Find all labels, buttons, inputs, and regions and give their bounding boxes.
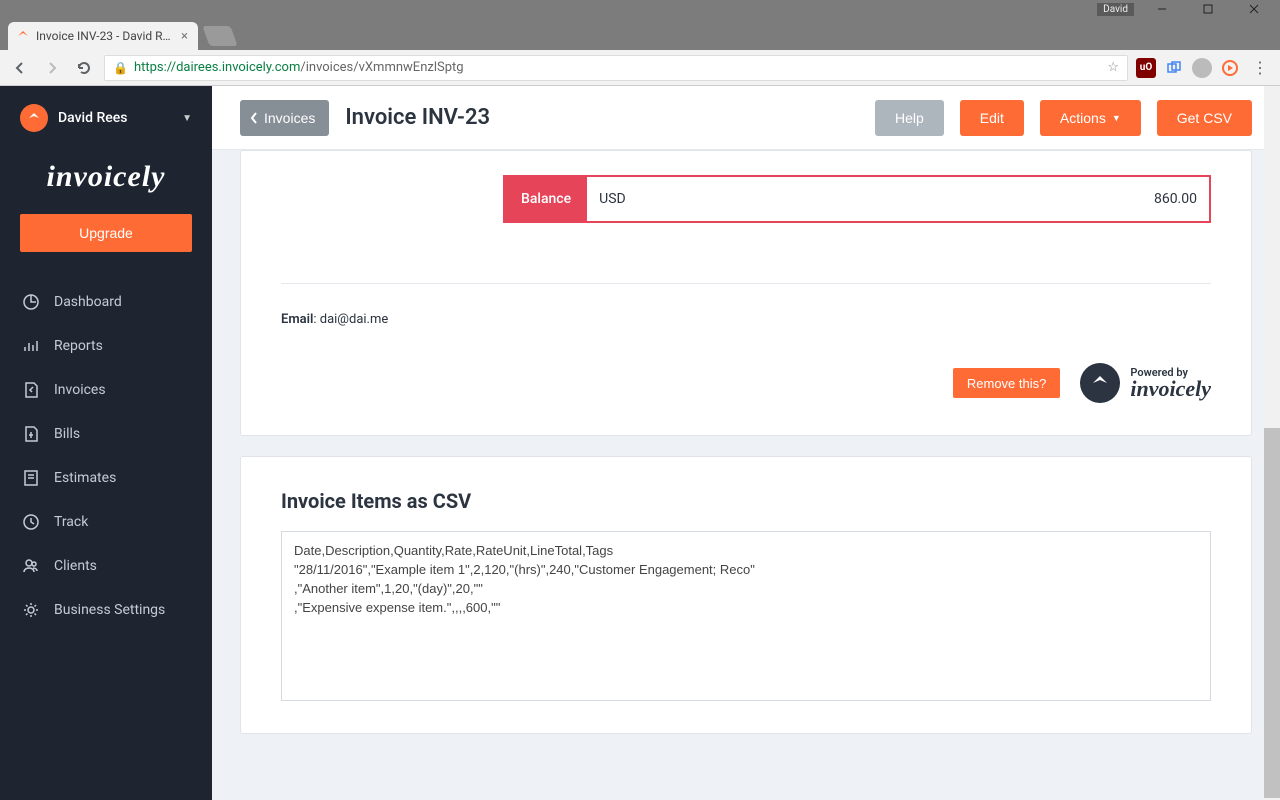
nav-label: Dashboard xyxy=(54,294,122,310)
user-avatar-icon xyxy=(20,104,48,132)
profile-icon[interactable] xyxy=(1192,58,1212,78)
csv-output[interactable]: Date,Description,Quantity,Rate,RateUnit,… xyxy=(281,531,1211,701)
window-user-tag: David xyxy=(1097,3,1134,16)
sidebar-item-invoices[interactable]: Invoices xyxy=(8,368,204,412)
balance-amount: 860.00 xyxy=(1154,191,1197,207)
nav-label: Estimates xyxy=(54,470,116,486)
chevron-down-icon: ▼ xyxy=(1112,113,1121,123)
user-name: David Rees xyxy=(58,110,172,126)
browser-reload-button[interactable] xyxy=(72,56,96,80)
page-scrollbar[interactable] xyxy=(1264,86,1280,800)
lock-icon: 🔒 xyxy=(113,61,128,75)
sidebar-item-bills[interactable]: Bills xyxy=(8,412,204,456)
tab-title: Invoice INV-23 - David R… xyxy=(36,29,179,43)
dashboard-icon xyxy=(22,293,40,311)
tab-close-icon[interactable]: × xyxy=(179,29,190,44)
sidebar-item-clients[interactable]: Clients xyxy=(8,544,204,588)
extension-icon-2[interactable] xyxy=(1220,58,1240,78)
help-button[interactable]: Help xyxy=(875,100,944,136)
email-row: Email: dai@dai.me xyxy=(281,312,1211,327)
email-label: Email xyxy=(281,312,313,327)
browser-tabstrip: Invoice INV-23 - David R… × xyxy=(0,18,1280,50)
new-tab-button[interactable] xyxy=(202,26,237,46)
nav-label: Invoices xyxy=(54,382,106,398)
balance-row: Balance USD 860.00 xyxy=(503,175,1211,223)
browser-menu-button[interactable]: ⋮ xyxy=(1248,56,1272,80)
extension-icon[interactable] xyxy=(1164,58,1184,78)
get-csv-button[interactable]: Get CSV xyxy=(1157,100,1252,136)
window-close-button[interactable] xyxy=(1232,0,1276,18)
sidebar-item-estimates[interactable]: Estimates xyxy=(8,456,204,500)
actions-label: Actions xyxy=(1060,110,1106,126)
browser-forward-button[interactable] xyxy=(40,56,64,80)
email-value: : dai@dai.me xyxy=(313,312,388,327)
nav-label: Clients xyxy=(54,558,97,574)
topbar: Invoices Invoice INV-23 Help Edit Action… xyxy=(212,86,1280,150)
scrollbar-thumb[interactable] xyxy=(1264,428,1280,798)
chevron-down-icon: ▼ xyxy=(182,113,192,124)
remove-this-button[interactable]: Remove this? xyxy=(953,368,1060,398)
url-host: https://dairees.invoicely.com xyxy=(134,60,300,75)
ublock-extension-icon[interactable]: uO xyxy=(1136,58,1156,78)
balance-body: USD 860.00 xyxy=(587,177,1209,221)
actions-button[interactable]: Actions ▼ xyxy=(1040,100,1141,136)
clients-icon xyxy=(22,557,40,575)
divider xyxy=(281,283,1211,284)
browser-tab[interactable]: Invoice INV-23 - David R… × xyxy=(8,22,198,50)
browser-toolbar: 🔒 https://dairees.invoicely.com/invoices… xyxy=(0,50,1280,86)
estimates-icon xyxy=(22,469,40,487)
main-content: Invoices Invoice INV-23 Help Edit Action… xyxy=(212,86,1280,800)
settings-icon xyxy=(22,601,40,619)
browser-back-button[interactable] xyxy=(8,56,32,80)
sidebar-item-track[interactable]: Track xyxy=(8,500,204,544)
sidebar-item-reports[interactable]: Reports xyxy=(8,324,204,368)
sidebar-item-business-settings[interactable]: Business Settings xyxy=(8,588,204,632)
csv-heading: Invoice Items as CSV xyxy=(281,489,1211,513)
reports-icon xyxy=(22,337,40,355)
track-icon xyxy=(22,513,40,531)
back-to-invoices-button[interactable]: Invoices xyxy=(240,100,329,136)
nav-label: Reports xyxy=(54,338,103,354)
upgrade-button[interactable]: Upgrade xyxy=(20,214,192,252)
powered-text: Powered by invoicely xyxy=(1130,367,1211,400)
invoice-card: Balance USD 860.00 Email: dai@dai.me Rem… xyxy=(240,150,1252,436)
nav-label: Track xyxy=(54,514,88,530)
sidebar-item-dashboard[interactable]: Dashboard xyxy=(8,280,204,324)
sidebar: David Rees ▼ invoicely Upgrade Dashboard… xyxy=(0,86,212,800)
window-minimize-button[interactable] xyxy=(1140,0,1184,18)
invoicely-logo-icon xyxy=(1080,363,1120,403)
brand-logo: invoicely xyxy=(0,150,212,214)
nav-label: Business Settings xyxy=(54,602,165,618)
page-title: Invoice INV-23 xyxy=(345,105,859,130)
content-scroll[interactable]: Balance USD 860.00 Email: dai@dai.me Rem… xyxy=(212,150,1280,800)
powered-by-badge[interactable]: Powered by invoicely xyxy=(1080,363,1211,403)
edit-button[interactable]: Edit xyxy=(960,100,1024,136)
bills-icon xyxy=(22,425,40,443)
balance-label: Balance xyxy=(505,177,587,221)
nav-label: Bills xyxy=(54,426,80,442)
address-bar[interactable]: 🔒 https://dairees.invoicely.com/invoices… xyxy=(104,55,1128,81)
window-titlebar: David xyxy=(0,0,1280,18)
invoice-footer: Remove this? Powered by invoicely xyxy=(281,363,1211,403)
tab-favicon-icon xyxy=(16,29,30,43)
url-path: /invoices/vXmmnwEnzlSptg xyxy=(300,60,463,75)
csv-card: Invoice Items as CSV Date,Description,Qu… xyxy=(240,456,1252,734)
invoices-icon xyxy=(22,381,40,399)
user-menu[interactable]: David Rees ▼ xyxy=(0,86,212,150)
back-label: Invoices xyxy=(264,110,315,126)
sidebar-nav: Dashboard Reports Invoices Bills Estimat… xyxy=(0,280,212,632)
balance-currency: USD xyxy=(599,191,626,207)
window-maximize-button[interactable] xyxy=(1186,0,1230,18)
bookmark-star-icon[interactable]: ☆ xyxy=(1107,60,1119,75)
